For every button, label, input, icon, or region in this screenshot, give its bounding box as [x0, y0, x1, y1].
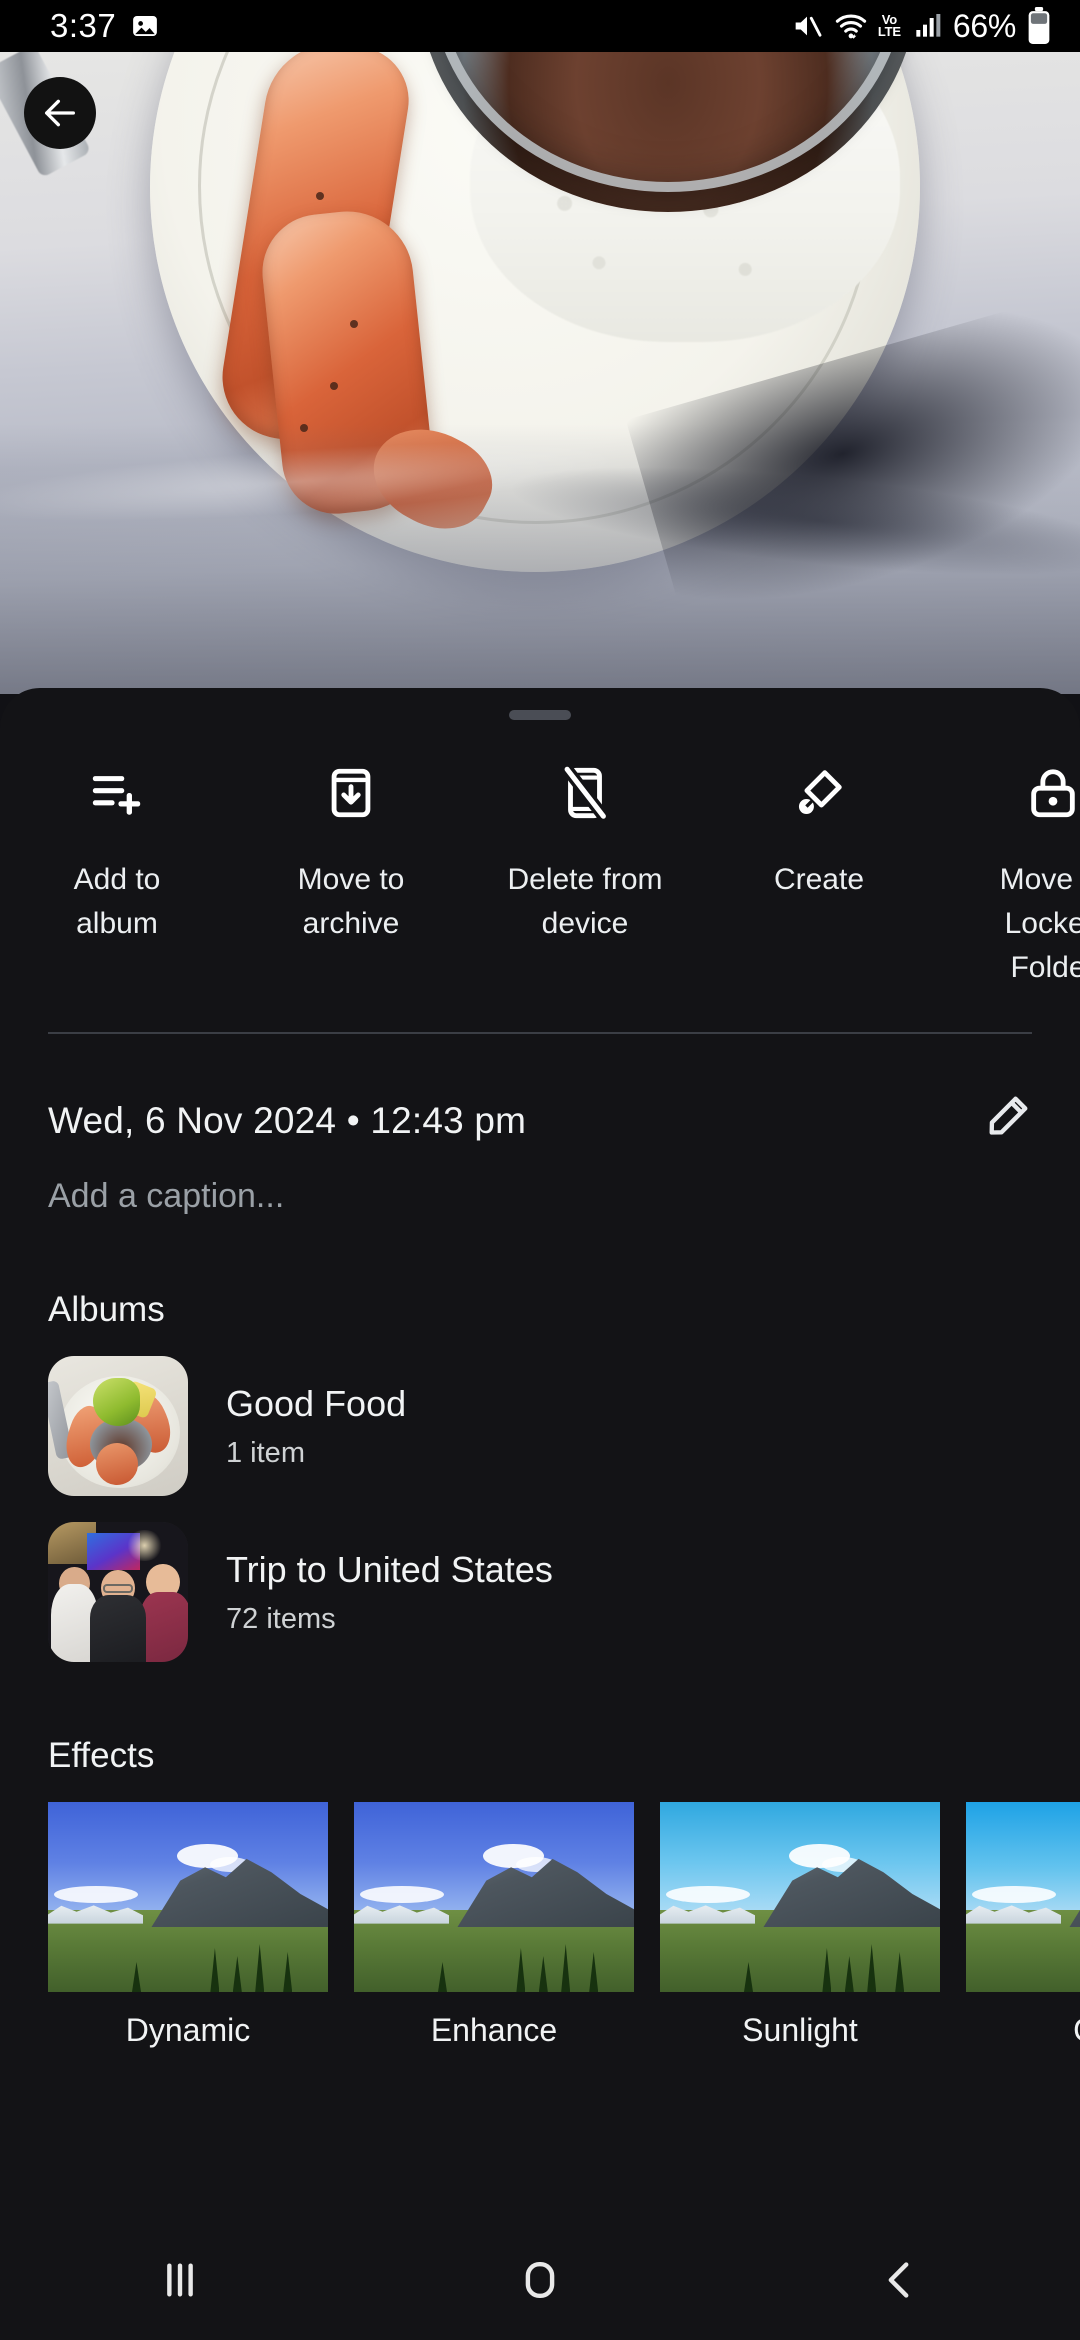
action-move-to-locked-folder[interactable]: Move to Locked Folder: [936, 756, 1080, 990]
effects-section-title: Effects: [48, 1736, 155, 1775]
date-row: Wed, 6 Nov 2024 • 12:43 pm: [0, 1034, 1080, 1149]
action-delete-from-device[interactable]: Delete from device: [468, 756, 702, 946]
album-count: 1 item: [226, 1436, 305, 1469]
volume-mute-icon: [795, 16, 822, 37]
home-icon: [525, 2262, 555, 2298]
action-label: Move to Locked Folder: [999, 863, 1080, 984]
effect-label: Cool: [966, 2012, 1080, 2049]
effects-carousel[interactable]: Dynamic Enhance Sunlight: [0, 1776, 1080, 2049]
playlist-add-icon: [88, 756, 146, 830]
action-label: Delete from device: [507, 863, 663, 940]
effect-thumbnail: [354, 1802, 634, 1992]
recents-button[interactable]: [158, 2258, 202, 2302]
effect-label: Enhance: [430, 2012, 558, 2048]
effect-card[interactable]: Enhance: [354, 1802, 634, 2049]
recents-icon: [167, 2263, 193, 2297]
photo-viewer[interactable]: [0, 52, 1080, 694]
album-meta: Good Food 1 item: [226, 1383, 406, 1470]
album-thumbnail: [48, 1356, 188, 1496]
cellular-signal-icon: [916, 14, 941, 37]
effect-thumbnail: [966, 1802, 1080, 1992]
action-create[interactable]: Create: [702, 756, 936, 902]
photo-speck: [350, 320, 358, 328]
volte-line-2: LTE: [877, 24, 901, 39]
album-list-item[interactable]: Trip to United States 72 items: [0, 1496, 1080, 1662]
sheet-drag-handle[interactable]: [509, 710, 571, 720]
effect-card[interactable]: Sunlight: [660, 1802, 940, 2049]
phone-screen: 3:37 Vo LTE 66% Add to album Move to arc…: [0, 0, 1080, 2340]
details-bottom-sheet: Add to album Move to archive Delete from…: [0, 688, 1080, 2340]
album-list-item[interactable]: Good Food 1 item: [0, 1330, 1080, 1496]
effect-card[interactable]: Cool: [966, 1802, 1080, 2049]
album-name: Trip to United States: [226, 1548, 553, 1590]
pencil-icon: [989, 1096, 1028, 1135]
album-thumbnail: [48, 1522, 188, 1662]
phone-delete-icon: [556, 756, 614, 830]
action-add-to-album[interactable]: Add to album: [0, 756, 234, 946]
volte-indicator: Vo LTE: [877, 13, 901, 39]
battery-icon: [1028, 7, 1050, 44]
effect-card[interactable]: Dynamic: [48, 1802, 328, 2049]
back-icon: [888, 2262, 909, 2298]
album-count: 72 items: [226, 1602, 336, 1635]
shrimp-cocktail-thumbnail: [48, 1356, 188, 1496]
wifi-icon: [835, 14, 867, 39]
action-label: Create: [773, 863, 865, 896]
three-friends-thumbnail: [48, 1522, 188, 1662]
edit-datetime-button[interactable]: [980, 1092, 1032, 1149]
back-nav-button[interactable]: [878, 2258, 922, 2302]
action-row[interactable]: Add to album Move to archive Delete from…: [0, 720, 1080, 990]
effect-thumbnail: [48, 1802, 328, 1992]
album-meta: Trip to United States 72 items: [226, 1549, 553, 1636]
action-label: Add to album: [73, 863, 161, 940]
effect-label: Dynamic: [125, 2012, 251, 2048]
lock-icon: [1024, 756, 1080, 830]
battery-percent: 66%: [952, 7, 1016, 44]
archive-icon: [322, 756, 380, 830]
effect-thumbnail: [660, 1802, 940, 1992]
photo-datetime: Wed, 6 Nov 2024 • 12:43 pm: [48, 1099, 527, 1141]
albums-section-title: Albums: [48, 1290, 165, 1329]
action-label: Move to archive: [297, 863, 405, 940]
status-bar: 3:37 Vo LTE 66%: [0, 0, 1080, 52]
action-move-to-archive[interactable]: Move to archive: [234, 756, 468, 946]
arrow-left-icon: [45, 99, 76, 127]
image-icon: [133, 16, 158, 36]
effect-label: Sunlight: [742, 2012, 858, 2048]
back-button[interactable]: [24, 77, 96, 149]
photo-speck: [316, 192, 324, 200]
status-clock: 3:37: [50, 7, 117, 44]
caption-input[interactable]: Add a caption...: [0, 1149, 1080, 1216]
photo-speck: [330, 382, 338, 390]
brush-icon: [790, 756, 848, 830]
home-button[interactable]: [518, 2258, 562, 2302]
album-name: Good Food: [226, 1382, 407, 1424]
